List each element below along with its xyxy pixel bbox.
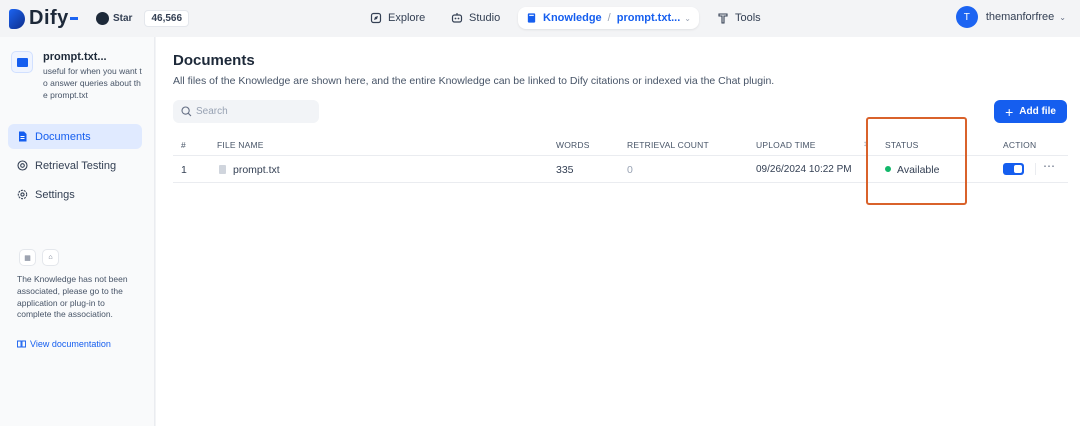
sidebar-item-settings[interactable]: Settings (8, 182, 142, 207)
logo-text: Dify (29, 7, 69, 29)
nav-knowledge[interactable]: Knowledge / prompt.txt... ⌄ (518, 7, 699, 29)
search-placeholder: Search (196, 106, 228, 117)
apps-icon: ▦ (19, 249, 36, 266)
avatar: T (955, 6, 978, 28)
nav-tools[interactable]: Tools (709, 7, 769, 29)
nav-explore[interactable]: Explore (362, 7, 433, 29)
more-options-icon[interactable]: ⋯ (1043, 159, 1056, 173)
book-icon (527, 13, 536, 23)
file-icon (219, 165, 226, 174)
knowledge-breadcrumb[interactable]: prompt.txt... (617, 12, 681, 24)
github-star-count: 46,566 (144, 10, 190, 27)
file-name-cell[interactable]: prompt.txt (219, 164, 280, 176)
sidebar-item-documents[interactable]: Documents (8, 124, 142, 149)
top-navigation-bar: Dify Star 46,566 Explore Studio Knowledg… (0, 0, 1080, 37)
nav-studio[interactable]: Studio (443, 7, 508, 29)
retrieval-count: 0 (627, 164, 633, 176)
dataset-description: useful for when you want to answer queri… (43, 66, 142, 100)
gear-icon (17, 189, 28, 200)
column-header-retrieval-count: RETRIEVAL COUNT (627, 140, 709, 150)
dify-logo[interactable]: Dify (9, 7, 78, 30)
search-icon (181, 106, 192, 117)
dify-logo-mark (9, 8, 25, 29)
sidebar-item-retrieval-testing[interactable]: Retrieval Testing (8, 153, 142, 178)
main-content: Documents All files of the Knowledge are… (156, 37, 1080, 426)
github-icon (96, 12, 109, 25)
upload-time: 09/26/2024 10:22 PM (756, 164, 852, 175)
github-star-button[interactable]: Star 46,566 (96, 10, 190, 27)
chevron-down-icon: ⌄ (684, 13, 691, 23)
compass-icon (370, 12, 382, 24)
dataset-header (11, 51, 33, 73)
dataset-name: prompt.txt... (43, 51, 107, 63)
association-note: The Knowledge has not been associated, p… (17, 274, 128, 320)
column-header-upload-time[interactable]: UPLOAD TIME (756, 140, 816, 150)
column-header-index: # (181, 140, 186, 150)
association-icons: ▦ ⌂ (19, 249, 65, 266)
chevron-down-icon: ⌄ (1059, 12, 1066, 22)
sidebar: prompt.txt... useful for when you want t… (0, 37, 155, 426)
status-highlight-box (866, 117, 967, 205)
page-title: Documents (173, 52, 255, 69)
word-count: 335 (556, 164, 574, 176)
search-input[interactable]: Search (173, 100, 319, 123)
enable-toggle[interactable] (1003, 163, 1024, 175)
document-icon (19, 131, 27, 142)
folder-icon (11, 51, 33, 73)
column-header-action: ACTION (1003, 140, 1037, 150)
column-header-file-name: FILE NAME (217, 140, 264, 150)
hammer-icon (718, 13, 728, 24)
plus-icon: + (1005, 103, 1014, 120)
column-header-words: WORDS (556, 140, 590, 150)
target-icon (17, 160, 28, 171)
user-name: themanforfree (985, 11, 1055, 23)
user-menu[interactable]: T themanforfree ⌄ (955, 6, 1066, 28)
github-star-label: Star (113, 13, 133, 24)
page-subtitle: All files of the Knowledge are shown her… (173, 75, 775, 87)
add-file-button[interactable]: + Add file (994, 100, 1067, 123)
book-open-icon (17, 340, 26, 348)
plugin-icon: ⌂ (42, 249, 59, 266)
view-documentation-link[interactable]: View documentation (17, 339, 111, 349)
row-index: 1 (181, 164, 187, 176)
robot-icon (451, 13, 463, 23)
